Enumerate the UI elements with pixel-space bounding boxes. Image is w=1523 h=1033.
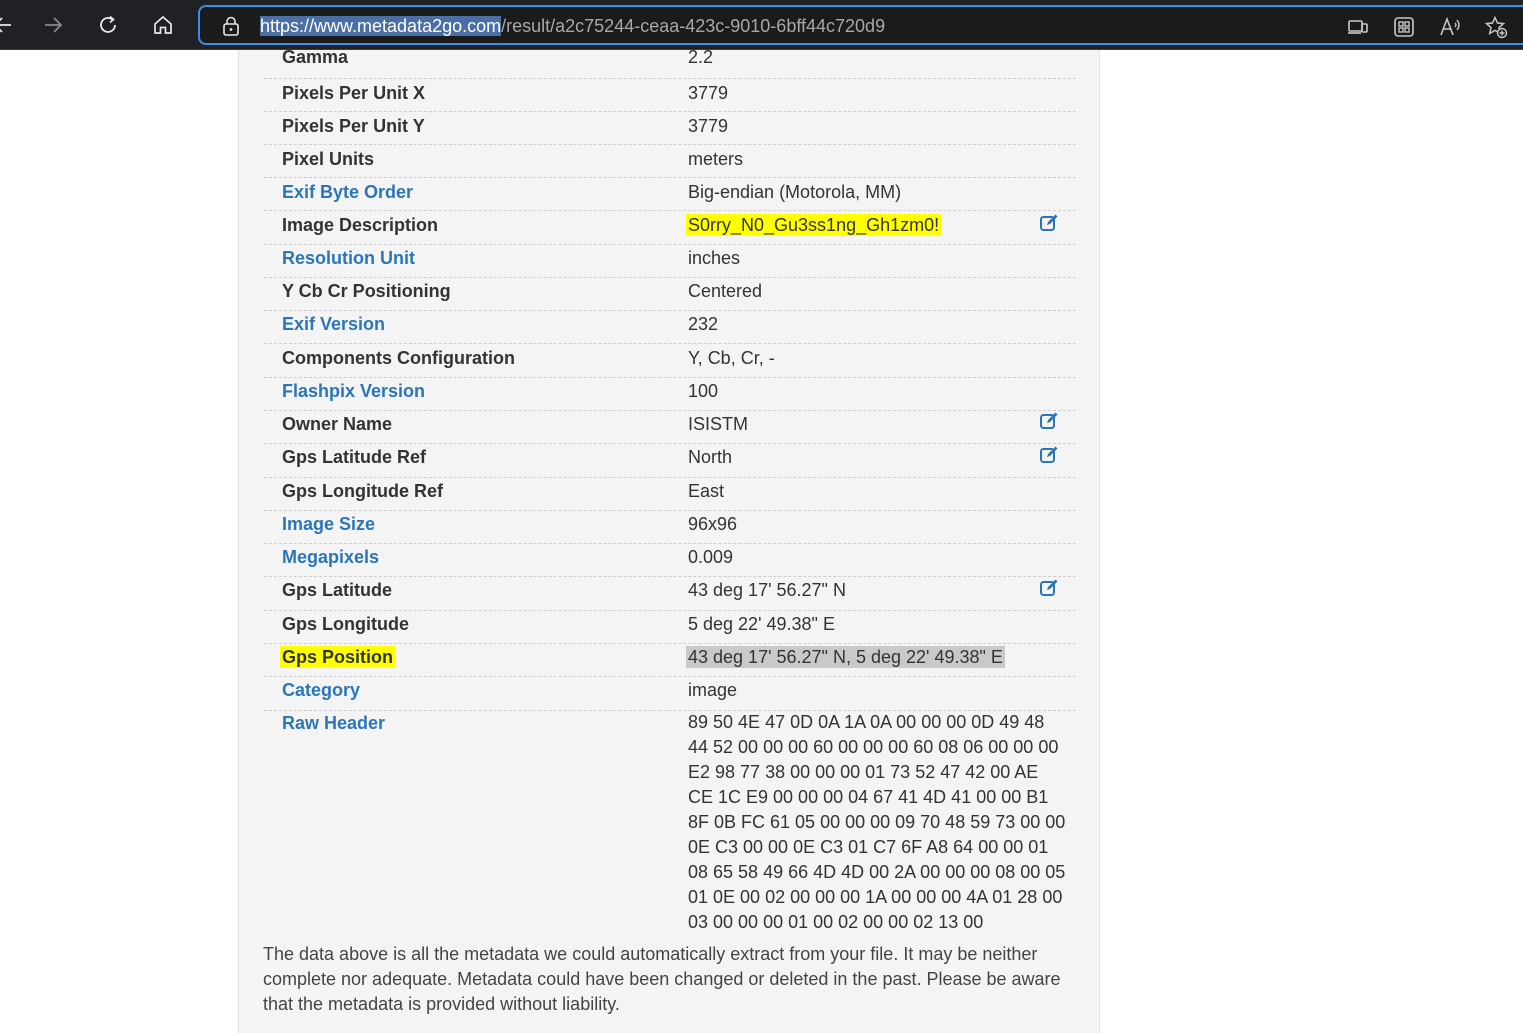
metadata-value: ISISTM — [688, 414, 749, 434]
metadata-value: North — [688, 447, 733, 467]
url-selected-text: https://www.metadata2go.com — [260, 16, 502, 36]
metadata-value: 232 — [688, 314, 719, 334]
metadata-row-gps-latitude: Gps Latitude 43 deg 17' 56.27" N — [264, 577, 1076, 611]
lock-icon[interactable] — [222, 16, 240, 36]
hex-line: 0E C3 00 00 0E C3 01 C7 6F A8 64 00 00 0… — [688, 837, 1049, 857]
metadata-value: image — [688, 680, 738, 700]
metadata-key: Image Description — [282, 215, 439, 235]
metadata-value: inches — [688, 248, 741, 268]
metadata-value: East — [688, 481, 725, 501]
metadata-row-category: Category image — [264, 677, 1076, 711]
exif-version-link[interactable]: Exif Version — [282, 313, 385, 335]
edit-icon[interactable] — [1039, 213, 1059, 233]
metadata-row-owner-name: Owner Name ISISTM — [264, 411, 1076, 444]
url-text[interactable]: https://www.metadata2go.com/result/a2c75… — [260, 15, 885, 37]
metadata-value: 5 deg 22' 49.38" E — [688, 614, 835, 634]
metadata-row-megapixels: Megapixels 0.009 — [264, 544, 1076, 577]
edit-icon[interactable] — [1039, 578, 1059, 598]
metadata-row-components-configuration: Components Configuration Y, Cb, Cr, - — [264, 344, 1076, 378]
add-favorite-icon[interactable] — [1484, 15, 1508, 39]
browser-toolbar: https://www.metadata2go.com/result/a2c75… — [0, 0, 1523, 50]
forward-button[interactable] — [36, 8, 70, 42]
metadata-row-ycbcr-positioning: Y Cb Cr Positioning Centered — [264, 278, 1076, 311]
exif-byte-order-link[interactable]: Exif Byte Order — [282, 181, 413, 203]
gps-position-key: Gps Position — [280, 646, 396, 668]
metadata-value: 2.2 — [688, 47, 714, 67]
category-link[interactable]: Category — [282, 679, 360, 701]
disclaimer-text: The data above is all the metadata we co… — [263, 944, 1061, 1014]
resolution-unit-link[interactable]: Resolution Unit — [282, 247, 415, 269]
metadata-row-image-size: Image Size 96x96 — [264, 511, 1076, 544]
raw-header-link[interactable]: Raw Header — [282, 712, 385, 734]
megapixels-link[interactable]: Megapixels — [282, 546, 379, 568]
image-description-value: S0rry_N0_Gu3ss1ng_Gh1zm0! — [686, 214, 942, 236]
metadata-row-pixels-per-unit-x: Pixels Per Unit X 3779 — [264, 79, 1076, 112]
metadata-row-exif-byte-order: Exif Byte Order Big-endian (Motorola, MM… — [264, 178, 1076, 211]
metadata-row-resolution-unit: Resolution Unit inches — [264, 245, 1076, 278]
refresh-icon — [100, 15, 116, 33]
metadata-row-exif-version: Exif Version 232 — [264, 311, 1076, 344]
metadata-row-raw-header: Raw Header 89 50 4E 47 0D 0A 1A 0A 00 00… — [264, 711, 1076, 938]
metadata-key: Components Configuration — [282, 348, 515, 368]
edit-icon[interactable] — [1039, 411, 1059, 431]
hex-line: 44 52 00 00 00 60 00 00 00 60 08 06 00 0… — [688, 737, 1059, 757]
metadata-value: Big-endian (Motorola, MM) — [688, 182, 902, 202]
metadata-key: Gps Latitude Ref — [282, 447, 427, 467]
metadata-row-gps-position: Gps Position 43 deg 17' 56.27" N, 5 deg … — [264, 644, 1076, 677]
metadata-row-pixel-units: Pixel Units meters — [264, 145, 1076, 178]
hex-line: 89 50 4E 47 0D 0A 1A 0A 00 00 00 0D 49 4… — [688, 712, 1045, 732]
metadata-key: Gamma — [282, 47, 349, 67]
metadata-value: 3779 — [688, 83, 729, 103]
metadata-value: Y, Cb, Cr, - — [688, 348, 775, 368]
metadata-panel: Gamma 2.2 Pixels Per Unit X 3779 Pixels … — [238, 47, 1100, 1033]
metadata-row-gps-longitude: Gps Longitude 5 deg 22' 49.38" E — [264, 611, 1076, 644]
hex-line: 03 00 00 00 01 00 02 00 00 02 13 00 — [688, 912, 984, 932]
image-size-link[interactable]: Image Size — [282, 513, 375, 535]
hex-line: CE 1C E9 00 00 00 04 67 41 4D 41 00 00 B… — [688, 787, 1049, 807]
metadata-row-flashpix-version: Flashpix Version 100 — [264, 378, 1076, 411]
address-bar[interactable]: https://www.metadata2go.com/result/a2c75… — [198, 5, 1523, 45]
metadata-key: Pixel Units — [282, 149, 375, 169]
back-arrow-icon — [0, 17, 11, 33]
home-button[interactable] — [146, 8, 180, 42]
extensions-grid-icon[interactable] — [1392, 15, 1416, 39]
hex-line: 8F 0B FC 61 05 00 00 00 09 70 48 59 73 0… — [688, 812, 1066, 832]
metadata-value: 3779 — [688, 116, 729, 136]
hex-line: 01 0E 00 02 00 00 00 1A 00 00 00 4A 01 2… — [688, 887, 1063, 907]
metadata-row-pixels-per-unit-y: Pixels Per Unit Y 3779 — [264, 112, 1076, 145]
raw-header-hex: 89 50 4E 47 0D 0A 1A 0A 00 00 00 0D 49 4… — [688, 710, 1068, 935]
metadata-key: Pixels Per Unit X — [282, 83, 426, 103]
gps-position-value: 43 deg 17' 56.27" N, 5 deg 22' 49.38" E — [686, 646, 1005, 668]
metadata-row-gps-latitude-ref: Gps Latitude Ref North — [264, 444, 1076, 478]
forward-arrow-icon — [45, 17, 63, 33]
metadata-row-gamma: Gamma 2.2 — [264, 46, 1076, 79]
metadata-key: Gps Longitude Ref — [282, 481, 443, 501]
metadata-row-image-description: Image Description S0rry_N0_Gu3ss1ng_Gh1z… — [264, 211, 1076, 245]
metadata-key: Owner Name — [282, 414, 393, 434]
hex-line: 08 65 58 49 66 4D 4D 00 2A 00 00 00 08 0… — [688, 862, 1066, 882]
metadata-key: Gps Latitude — [282, 580, 393, 600]
refresh-button[interactable] — [91, 8, 125, 42]
edit-icon[interactable] — [1039, 445, 1059, 465]
metadata-value: 100 — [688, 381, 719, 401]
home-icon — [154, 15, 172, 34]
url-path-text: /result/a2c75244-ceaa-423c-9010-6bff44c7… — [501, 16, 886, 36]
metadata-key: Y Cb Cr Positioning — [282, 281, 451, 301]
metadata-key: Gps Longitude — [282, 614, 409, 634]
app-available-icon[interactable] — [1346, 15, 1370, 39]
metadata-value: 43 deg 17' 56.27" N — [688, 580, 846, 600]
read-aloud-icon[interactable] — [1438, 15, 1462, 39]
flashpix-version-link[interactable]: Flashpix Version — [282, 380, 425, 402]
metadata-value: 0.009 — [688, 547, 734, 567]
metadata-value: meters — [688, 149, 744, 169]
metadata-value: Centered — [688, 281, 763, 301]
metadata-row-gps-longitude-ref: Gps Longitude Ref East — [264, 478, 1076, 511]
back-button[interactable] — [0, 8, 20, 42]
hex-line: E2 98 77 38 00 00 00 01 73 52 47 42 00 A… — [688, 762, 1039, 782]
metadata-key: Pixels Per Unit Y — [282, 116, 425, 136]
metadata-value: 96x96 — [688, 514, 738, 534]
